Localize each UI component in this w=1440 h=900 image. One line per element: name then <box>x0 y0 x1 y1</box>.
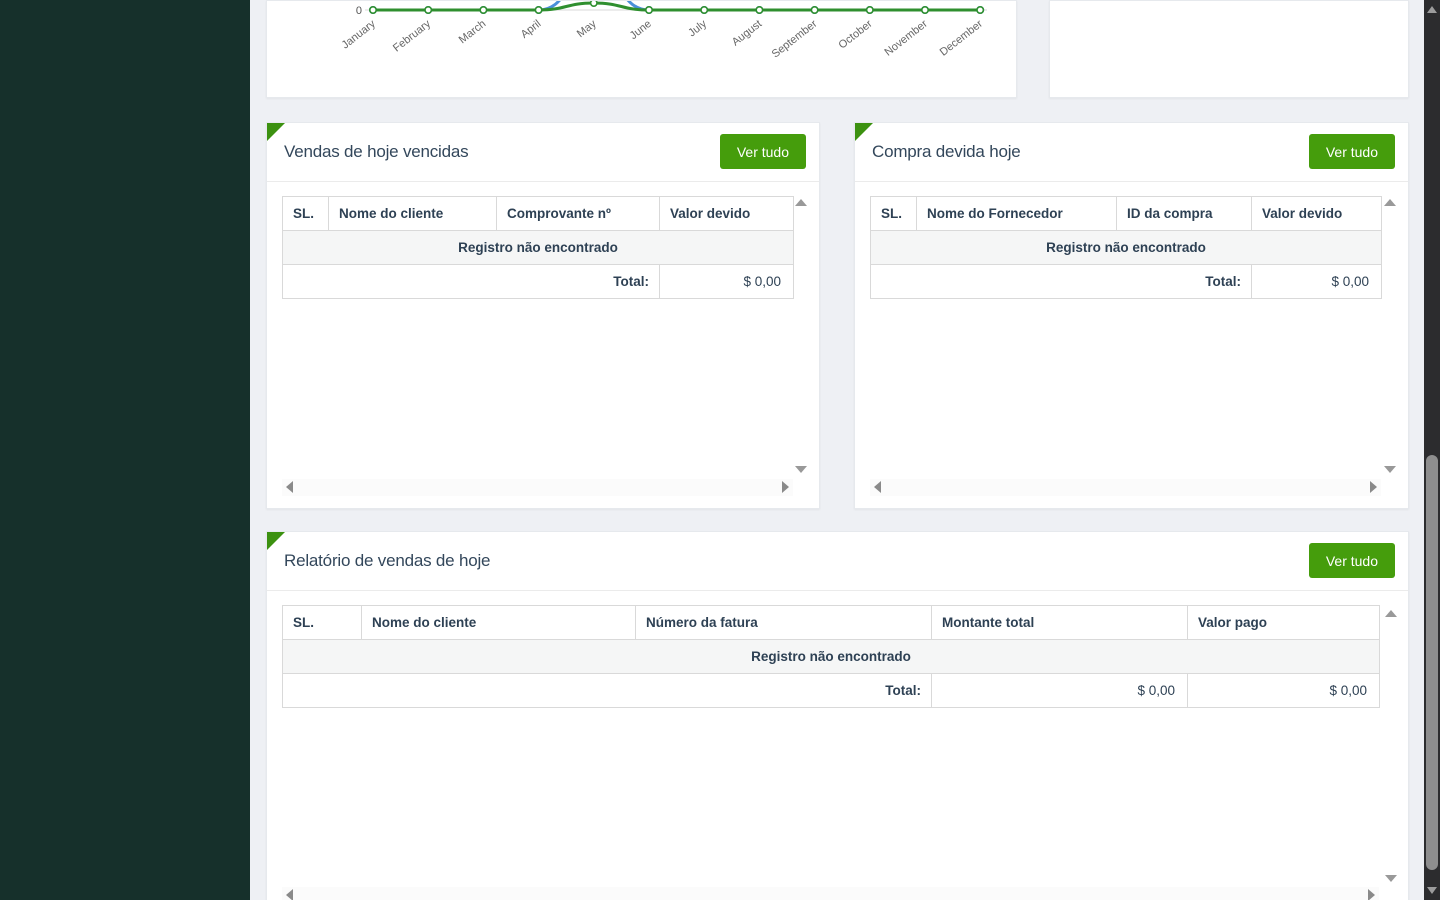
total-row: Total: $ 0,00 <box>283 265 794 299</box>
svg-text:September: September <box>770 18 820 61</box>
svg-text:October: October <box>836 18 874 52</box>
column-header: Nome do cliente <box>329 197 497 231</box>
svg-text:August: August <box>730 18 764 49</box>
total-paid-value: $ 0,00 <box>1188 674 1380 708</box>
page-scrollbar-thumb[interactable] <box>1426 455 1438 870</box>
scroll-down-icon[interactable] <box>795 466 807 473</box>
scroll-right-icon[interactable] <box>1368 889 1375 900</box>
sales-due-table-wrap: SL.Nome do clienteComprovante nºValor de… <box>282 196 793 299</box>
scroll-up-icon[interactable] <box>1385 610 1397 617</box>
svg-text:0: 0 <box>356 5 362 17</box>
panel-purchase-due: Compra devida hoje Ver tudo SL.Nome do F… <box>854 122 1409 509</box>
column-header: Comprovante nº <box>497 197 660 231</box>
panel-sales-due: Vendas de hoje vencidas Ver tudo SL.Nome… <box>266 122 820 509</box>
scroll-down-icon[interactable] <box>1385 875 1397 882</box>
sales-due-table: SL.Nome do clienteComprovante nºValor de… <box>282 196 794 299</box>
table-header-row: SL.Nome do FornecedorID da compraValor d… <box>871 197 1382 231</box>
total-amount-value: $ 0,00 <box>932 674 1188 708</box>
column-header: Valor pago <box>1188 606 1380 640</box>
scroll-down-icon[interactable] <box>1384 466 1396 473</box>
column-header: SL. <box>283 197 329 231</box>
empty-row: Registro não encontrado <box>283 640 1380 674</box>
column-header: Nome do Fornecedor <box>917 197 1117 231</box>
scroll-right-icon[interactable] <box>782 481 789 493</box>
divider <box>855 181 1408 182</box>
scroll-up-icon[interactable] <box>795 199 807 206</box>
divider <box>267 590 1408 591</box>
column-header: Valor devido <box>1252 197 1382 231</box>
svg-text:June: June <box>628 18 654 42</box>
svg-text:February: February <box>391 18 433 55</box>
panel-sales-due-header: Vendas de hoje vencidas Ver tudo <box>267 123 819 181</box>
empty-message: Registro não encontrado <box>283 640 1380 674</box>
scroll-left-icon[interactable] <box>874 481 881 493</box>
panel-purchase-due-header: Compra devida hoje Ver tudo <box>855 123 1408 181</box>
svg-text:November: November <box>882 18 930 59</box>
panel-title: Vendas de hoje vencidas <box>284 142 468 162</box>
monthly-chart-card: 0January February March April May June July Aug… <box>266 0 1017 98</box>
column-header: SL. <box>871 197 917 231</box>
empty-message: Registro não encontrado <box>283 231 794 265</box>
svg-text:May: May <box>575 18 599 41</box>
column-header: Montante total <box>932 606 1188 640</box>
total-label: Total: <box>283 674 932 708</box>
total-label: Total: <box>283 265 660 299</box>
svg-text:December: December <box>938 18 986 59</box>
svg-text:January: January <box>340 18 379 52</box>
scroll-right-icon[interactable] <box>1370 481 1377 493</box>
column-header: Valor devido <box>660 197 794 231</box>
scroll-up-icon[interactable] <box>1384 199 1396 206</box>
empty-row: Registro não encontrado <box>283 231 794 265</box>
total-label: Total: <box>871 265 1252 299</box>
column-header: SL. <box>283 606 362 640</box>
svg-text:April: April <box>519 18 544 41</box>
svg-text:July: July <box>686 18 709 40</box>
horizontal-scrollbar[interactable] <box>282 887 1379 900</box>
total-value: $ 0,00 <box>1252 265 1382 299</box>
horizontal-scrollbar[interactable] <box>870 479 1381 496</box>
panel-title: Compra devida hoje <box>872 142 1021 162</box>
scrollbar-down-icon[interactable] <box>1427 887 1437 894</box>
total-row: Total: $ 0,00 $ 0,00 <box>283 674 1380 708</box>
column-header: ID da compra <box>1117 197 1252 231</box>
purchase-due-table-wrap: SL.Nome do FornecedorID da compraValor d… <box>870 196 1381 299</box>
view-all-button[interactable]: Ver tudo <box>1309 543 1395 578</box>
table-header-row: SL.Nome do clienteNúmero da faturaMontan… <box>283 606 1380 640</box>
total-row: Total: $ 0,00 <box>871 265 1382 299</box>
svg-text:March: March <box>457 18 488 46</box>
panel-sales-report-header: Relatório de vendas de hoje Ver tudo <box>267 532 1408 590</box>
panel-sales-report: Relatório de vendas de hoje Ver tudo SL.… <box>266 531 1409 900</box>
divider <box>267 181 819 182</box>
monthly-chart: 0January February March April May June July Aug… <box>267 1 1017 98</box>
scroll-left-icon[interactable] <box>286 481 293 493</box>
panel-title: Relatório de vendas de hoje <box>284 551 490 571</box>
sales-report-table: SL.Nome do clienteNúmero da faturaMontan… <box>282 605 1380 708</box>
column-header: Nome do cliente <box>362 606 636 640</box>
scrollbar-up-icon[interactable] <box>1427 6 1437 13</box>
empty-row: Registro não encontrado <box>871 231 1382 265</box>
empty-message: Registro não encontrado <box>871 231 1382 265</box>
total-value: $ 0,00 <box>660 265 794 299</box>
purchase-due-table: SL.Nome do FornecedorID da compraValor d… <box>870 196 1382 299</box>
view-all-button[interactable]: Ver tudo <box>1309 134 1395 169</box>
view-all-button[interactable]: Ver tudo <box>720 134 806 169</box>
sidebar <box>0 0 250 900</box>
scroll-left-icon[interactable] <box>286 889 293 900</box>
top-right-card <box>1049 0 1409 98</box>
table-header-row: SL.Nome do clienteComprovante nºValor de… <box>283 197 794 231</box>
horizontal-scrollbar[interactable] <box>282 479 793 496</box>
column-header: Número da fatura <box>636 606 932 640</box>
sales-report-table-wrap: SL.Nome do clienteNúmero da faturaMontan… <box>282 605 1379 708</box>
